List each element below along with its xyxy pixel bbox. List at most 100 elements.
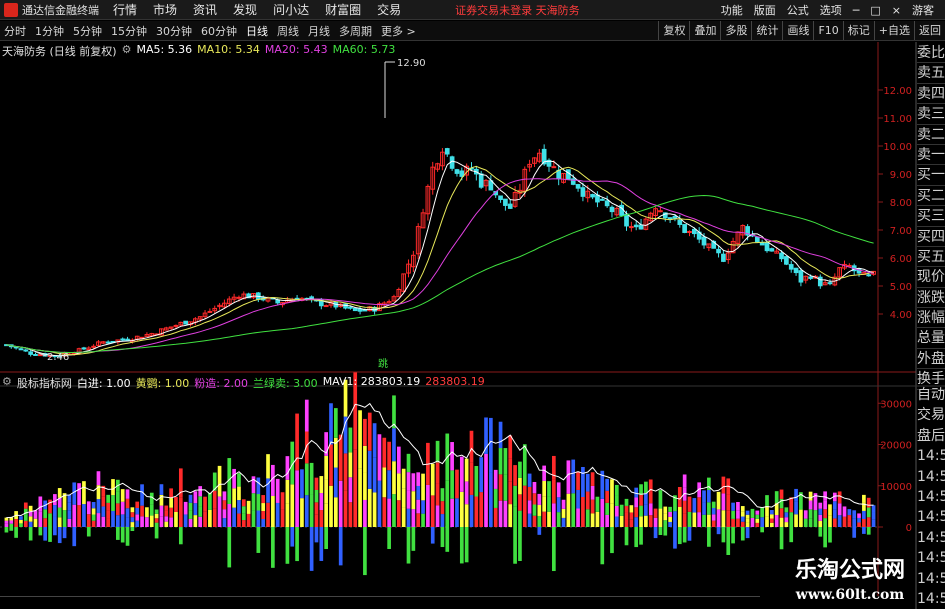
candle-body bbox=[498, 195, 503, 200]
period-more[interactable]: 更多 > bbox=[381, 23, 416, 39]
indicator-bar bbox=[130, 522, 135, 527]
indicator-bar bbox=[707, 502, 711, 515]
indicator-bar bbox=[668, 521, 672, 527]
indicator-bar bbox=[653, 508, 658, 518]
indicator-bar bbox=[324, 455, 328, 480]
menu-market[interactable]: 市场 bbox=[153, 1, 177, 18]
indicator-bar bbox=[193, 503, 198, 516]
indicator-bar bbox=[610, 479, 614, 504]
indicator-bar bbox=[382, 437, 387, 468]
indicator-bar bbox=[823, 491, 827, 501]
indicator-name[interactable]: 股标指标网 bbox=[17, 375, 72, 391]
indicator-bar bbox=[489, 417, 493, 473]
indicator-bar bbox=[634, 507, 639, 518]
indicator-bar bbox=[193, 515, 198, 527]
indicator-histogram bbox=[4, 372, 876, 576]
indicator-bar bbox=[396, 446, 401, 474]
indicator-bar bbox=[62, 510, 67, 527]
menu-formula[interactable]: 公式 bbox=[787, 2, 809, 18]
period-1min[interactable]: 1分钟 bbox=[35, 23, 64, 39]
close-icon[interactable]: × bbox=[892, 4, 901, 17]
indicator-bar bbox=[765, 495, 769, 506]
indicator-bar bbox=[96, 499, 101, 514]
menu-trade[interactable]: 交易 bbox=[377, 1, 401, 18]
candle-body bbox=[793, 267, 799, 274]
menu-discover[interactable]: 发现 bbox=[233, 1, 257, 18]
indicator-bar bbox=[508, 435, 513, 459]
indicator-bar bbox=[532, 481, 537, 494]
indicator-bar bbox=[256, 494, 261, 511]
indicator-bar bbox=[614, 484, 619, 496]
settings-gear-icon[interactable]: ⚙ bbox=[122, 43, 132, 59]
period-intraday[interactable]: 分时 bbox=[4, 23, 26, 39]
tool-overlay[interactable]: 叠加 bbox=[689, 21, 720, 40]
menu-quotes[interactable]: 行情 bbox=[113, 1, 137, 18]
period-daily[interactable]: 日线 bbox=[246, 23, 268, 39]
tool-stats[interactable]: 统计 bbox=[751, 21, 782, 40]
indicator-bar-negative bbox=[14, 527, 18, 538]
indicator-bar bbox=[682, 500, 687, 514]
indicator-bar bbox=[392, 428, 396, 462]
minimize-icon[interactable]: ─ bbox=[853, 4, 860, 17]
period-weekly[interactable]: 周线 bbox=[277, 23, 299, 39]
menu-wealth[interactable]: 财富圈 bbox=[325, 1, 361, 18]
tool-add-watch[interactable]: +自选 bbox=[873, 21, 914, 40]
period-15min[interactable]: 15分钟 bbox=[111, 23, 147, 39]
indicator-bar bbox=[396, 500, 401, 527]
candle-body bbox=[595, 194, 600, 203]
indicator-bar-negative bbox=[86, 527, 91, 537]
ma20-value: MA20: 5.43 bbox=[264, 43, 328, 56]
guest-label[interactable]: 游客 bbox=[912, 2, 934, 18]
candle-body bbox=[754, 236, 760, 243]
trade-time: 14:50 bbox=[917, 529, 945, 546]
indicator-bar bbox=[53, 516, 57, 527]
candle-body bbox=[23, 349, 29, 352]
indicator-bar bbox=[590, 485, 595, 500]
indicator-bar bbox=[241, 499, 246, 507]
trade-label: 自动 bbox=[917, 387, 945, 403]
tool-draw[interactable]: 画线 bbox=[782, 21, 813, 40]
indicator-bar bbox=[246, 513, 251, 527]
period-monthly[interactable]: 月线 bbox=[308, 23, 330, 39]
indicator-bar bbox=[600, 498, 605, 527]
period-5min[interactable]: 5分钟 bbox=[73, 23, 102, 39]
indicator-bar bbox=[86, 514, 91, 527]
stock-chart[interactable]: 12.00 11.00 10.00 9.00 8.00 7.00 6.00 5.00 4.00 3… bbox=[0, 0, 945, 609]
menu-xiaoda[interactable]: 问小达 bbox=[273, 1, 309, 18]
indicator-bar bbox=[668, 511, 672, 517]
login-warning[interactable]: 证券交易未登录 天海防务 bbox=[455, 2, 580, 18]
menu-function[interactable]: 功能 bbox=[721, 2, 743, 18]
period-30min[interactable]: 30分钟 bbox=[156, 23, 192, 39]
period-multi[interactable]: 多周期 bbox=[339, 23, 372, 39]
indicator-bar bbox=[4, 523, 9, 527]
candle-body bbox=[721, 253, 726, 262]
period-60min[interactable]: 60分钟 bbox=[201, 23, 237, 39]
menu-layout[interactable]: 版面 bbox=[754, 2, 776, 18]
trade-time: 14:50 bbox=[917, 509, 945, 526]
indicator-bar bbox=[542, 465, 546, 481]
indicator-bar bbox=[203, 511, 207, 527]
indicator-gear-icon[interactable]: ⚙ bbox=[2, 375, 12, 391]
indicator-bar bbox=[188, 494, 193, 503]
menu-options[interactable]: 选项 bbox=[820, 2, 842, 18]
indicator-bar bbox=[518, 461, 522, 478]
indicator-bar bbox=[314, 477, 319, 490]
indicator-bar bbox=[614, 505, 619, 517]
watermark-url: www.60lt.com bbox=[795, 587, 905, 603]
indicator-bar-negative bbox=[818, 527, 823, 537]
indicator-bar bbox=[188, 510, 193, 519]
indicator-bar bbox=[503, 474, 508, 501]
tool-multi-stock[interactable]: 多股 bbox=[720, 21, 751, 40]
tool-back[interactable]: 返回 bbox=[914, 21, 945, 40]
tool-mark[interactable]: 标记 bbox=[842, 21, 874, 40]
tool-f10[interactable]: F10 bbox=[813, 21, 842, 40]
menu-news[interactable]: 资讯 bbox=[193, 1, 217, 18]
price-tick-label: 9.00 bbox=[890, 170, 912, 181]
indicator-bar bbox=[241, 513, 246, 521]
indicator-fenzao: 粉造: 2.00 bbox=[194, 377, 248, 390]
indicator-bar-negative bbox=[552, 527, 556, 572]
tool-adjust[interactable]: 复权 bbox=[658, 21, 689, 40]
indicator-bar bbox=[411, 509, 416, 527]
maximize-icon[interactable]: □ bbox=[870, 4, 880, 17]
indicator-bar bbox=[217, 496, 222, 527]
